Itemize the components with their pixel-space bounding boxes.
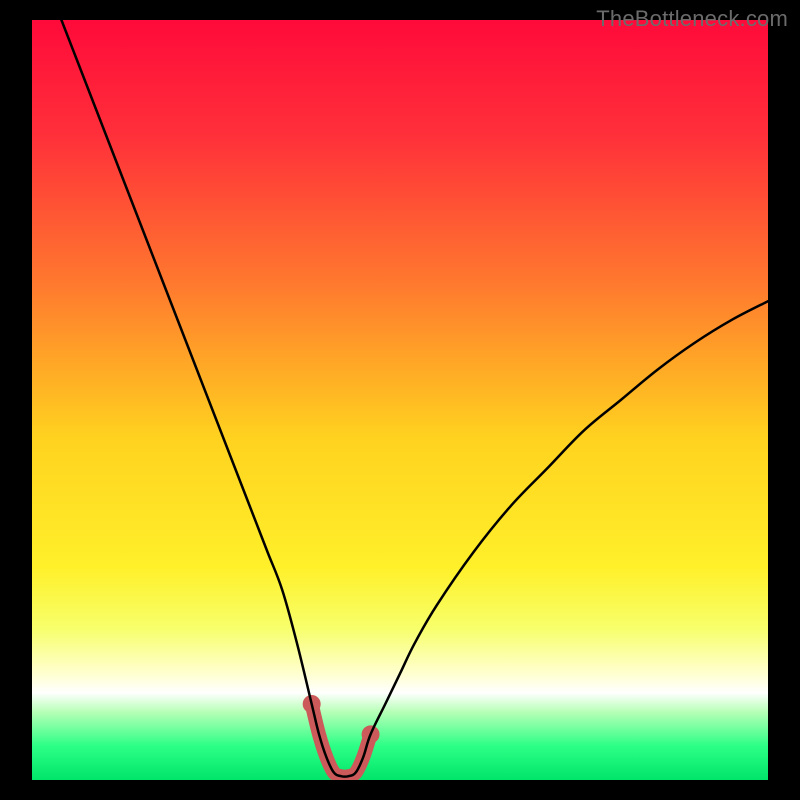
chart-frame: TheBottleneck.com bbox=[0, 0, 800, 800]
gradient-background bbox=[32, 20, 768, 780]
watermark-text: TheBottleneck.com bbox=[596, 6, 788, 32]
chart-plot-area bbox=[32, 20, 768, 780]
chart-svg bbox=[32, 20, 768, 780]
